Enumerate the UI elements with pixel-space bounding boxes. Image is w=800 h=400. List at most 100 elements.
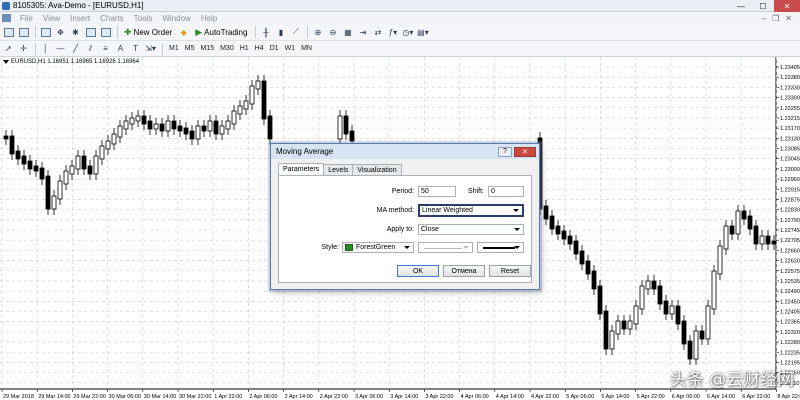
tab-parameters[interactable]: Parameters (278, 163, 325, 175)
title-bar: 8105305: Ava-Demo - [EURUSD,H1] — ☐ ✕ (0, 0, 800, 12)
auto-trading-label: AutoTrading (204, 27, 248, 37)
app-icon (2, 1, 10, 10)
periods-icon[interactable]: ◷▾ (401, 26, 414, 39)
dialog-close-button[interactable]: ✕ (514, 146, 536, 157)
timeframe-mn[interactable]: MN (298, 42, 315, 55)
candle-body (573, 240, 579, 255)
vertical-line-icon[interactable]: │ (39, 42, 52, 55)
ma-method-select[interactable]: Linear Weighted (418, 204, 524, 217)
dialog-help-button[interactable]: ? (498, 146, 512, 157)
candle-body (93, 155, 99, 175)
timeframe-h4[interactable]: H4 (252, 42, 267, 55)
horizontal-line-icon[interactable]: — (54, 42, 67, 55)
chart-window-icon (2, 14, 11, 22)
candle-body (561, 230, 567, 240)
navigator-icon[interactable]: ✱ (69, 26, 82, 39)
time-label: 4 Apr 22:00 (531, 394, 559, 400)
text-label-icon[interactable]: T (129, 42, 142, 55)
tile-windows-icon[interactable]: ▦ (341, 26, 354, 39)
menu-file[interactable]: File (15, 14, 38, 23)
candle-body (237, 105, 243, 115)
timeframe-m1[interactable]: M1 (166, 42, 182, 55)
chart-restore-icon[interactable]: ❐ (772, 14, 779, 23)
candle-body (135, 115, 141, 122)
auto-scroll-icon[interactable]: ⇄ (371, 26, 384, 39)
text-tool-icon[interactable]: A (114, 42, 127, 55)
toolbar-separator (35, 42, 36, 55)
zoom-out-icon[interactable]: ⊖ (326, 26, 339, 39)
period-input[interactable]: 50 (418, 186, 456, 197)
indicators-icon[interactable]: ƒ▾ (386, 26, 399, 39)
standard-toolbar: ✥ ✱ ✚ New Order ◆ ▶ AutoTrading ╫ ▮ ⟋ ⊕ … (0, 24, 800, 41)
time-label: 2 Apr 14:00 (285, 394, 313, 400)
menu-window[interactable]: Window (157, 14, 195, 23)
reset-button[interactable]: Reset (489, 265, 531, 277)
dialog-tabs: Parameters Levels Visualization (278, 163, 402, 175)
candle-body (9, 135, 15, 155)
timeframe-h1[interactable]: H1 (237, 42, 252, 55)
ok-button[interactable]: OK (397, 265, 439, 277)
timeframe-m5[interactable]: M5 (182, 42, 198, 55)
line-style-select[interactable] (418, 242, 473, 253)
equidistant-channel-icon[interactable]: ⫽ (84, 42, 97, 55)
chart-minimize-icon[interactable]: – (762, 14, 766, 23)
shift-input[interactable]: 0 (488, 186, 524, 197)
minimize-button[interactable]: — (730, 0, 752, 12)
menu-charts[interactable]: Charts (95, 14, 129, 23)
apply-to-select[interactable]: Close (418, 224, 524, 235)
arrows-icon[interactable]: ⇲▾ (144, 42, 157, 55)
market-watch-icon[interactable] (39, 26, 52, 39)
menu-help[interactable]: Help (196, 14, 222, 23)
metaeditor-icon[interactable]: ◆ (177, 26, 190, 39)
chart-shift-icon[interactable]: ⇥ (356, 26, 369, 39)
maximize-button[interactable]: ☐ (752, 0, 774, 12)
line-width-select[interactable] (477, 242, 524, 253)
cursor-icon[interactable]: ➚ (2, 42, 15, 55)
timeframe-w1[interactable]: W1 (282, 42, 299, 55)
data-window-icon[interactable]: ✥ (54, 26, 67, 39)
price-label: 1.23405 (780, 65, 800, 71)
candle-body (609, 330, 615, 350)
auto-trading-button[interactable]: ▶ AutoTrading (192, 26, 250, 39)
candle-body (627, 320, 633, 330)
new-chart-icon[interactable] (2, 26, 15, 39)
price-label: 1.22660 (780, 248, 800, 254)
crosshair-icon[interactable]: ✛ (17, 42, 30, 55)
profiles-icon[interactable] (17, 26, 30, 39)
zoom-in-icon[interactable]: ⊕ (311, 26, 324, 39)
chart-close-icon[interactable]: ✕ (785, 14, 792, 23)
menu-tools[interactable]: Tools (129, 14, 158, 23)
new-order-button[interactable]: ✚ New Order (121, 26, 175, 39)
close-button[interactable]: ✕ (774, 0, 800, 12)
candle-body (39, 167, 45, 180)
menu-insert[interactable]: Insert (65, 14, 95, 23)
line-chart-icon[interactable]: ⟋ (289, 26, 302, 39)
color-select[interactable]: ForestGreen (342, 242, 414, 253)
bar-chart-icon[interactable]: ╫ (259, 26, 272, 39)
cancel-button[interactable]: Отмена (443, 265, 485, 277)
dialog-titlebar[interactable]: Moving Average ? ✕ (271, 144, 539, 159)
time-label: 5 Apr 06:00 (566, 394, 594, 400)
timeframe-d1[interactable]: D1 (267, 42, 282, 55)
candle-body (75, 155, 81, 170)
symbol-info: EURUSD,H1 1.16951 1.16965 1.16926 1.1696… (3, 59, 139, 65)
fibonacci-icon[interactable]: ≡ (99, 42, 112, 55)
tab-levels[interactable]: Levels (323, 164, 354, 175)
apply-to-value: Close (421, 226, 439, 233)
strategy-tester-icon[interactable] (99, 26, 112, 39)
timeframe-m30[interactable]: M30 (217, 42, 237, 55)
candle-body (591, 270, 597, 290)
collapse-triangle-icon[interactable] (3, 60, 9, 64)
apply-to-label: Apply to: (386, 226, 414, 233)
time-label: 29 Mar 2018 (3, 394, 34, 400)
trendline-icon[interactable]: ╱ (69, 42, 82, 55)
templates-icon[interactable]: ▤▾ (416, 26, 429, 39)
menu-view[interactable]: View (38, 14, 65, 23)
candle-body (99, 145, 105, 160)
tab-visualization[interactable]: Visualization (352, 164, 402, 175)
style-label: Style: (321, 244, 339, 251)
terminal-icon[interactable] (84, 26, 97, 39)
candle-body (177, 125, 183, 132)
candlestick-icon[interactable]: ▮ (274, 26, 287, 39)
timeframe-m15[interactable]: M15 (197, 42, 217, 55)
